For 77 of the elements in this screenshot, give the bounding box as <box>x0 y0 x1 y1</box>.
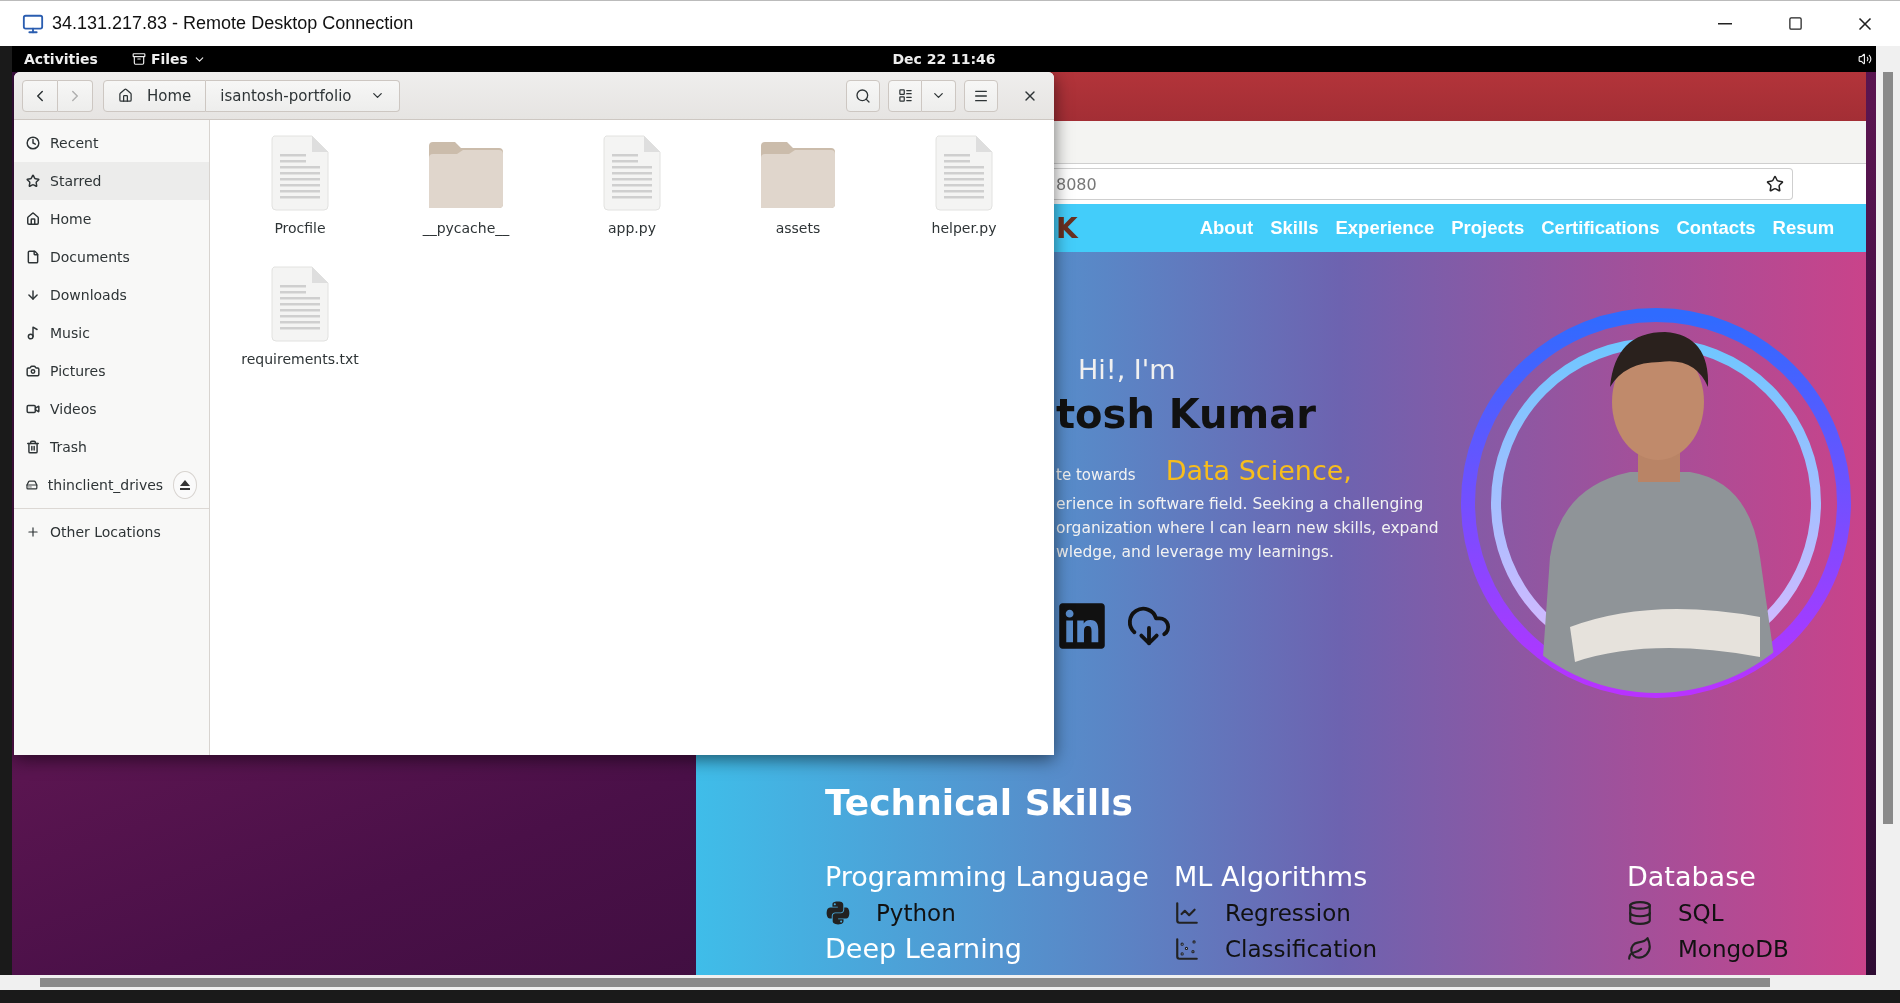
sidebar-item[interactable]: Documents <box>14 238 209 276</box>
file-name[interactable]: app.py <box>608 220 656 236</box>
skill-category: Programming Language <box>825 860 1149 894</box>
file-name[interactable]: __pycache__ <box>422 220 510 236</box>
file-name[interactable]: assets <box>775 220 821 236</box>
home-icon <box>26 212 40 226</box>
activities-button[interactable]: Activities <box>24 51 98 67</box>
skill-item: Classification <box>1225 936 1378 962</box>
leaf-icon <box>1627 936 1653 962</box>
file-icon <box>934 134 994 212</box>
sidebar-item[interactable]: Downloads <box>14 276 209 314</box>
skill-item: SQL <box>1678 900 1724 926</box>
sidebar-item[interactable]: Music <box>14 314 209 352</box>
greeting: Hi!, I'm <box>1078 354 1176 385</box>
eject-button[interactable] <box>173 471 197 499</box>
sidebar-item[interactable]: Pictures <box>14 352 209 390</box>
path-button[interactable]: isantosh-portfolio <box>206 79 400 112</box>
cabinet-icon <box>131 52 146 66</box>
sidebar-item[interactable]: Home <box>14 200 209 238</box>
view-button[interactable] <box>888 79 922 112</box>
search-button[interactable] <box>846 79 880 112</box>
clock-icon <box>26 136 40 150</box>
home-icon <box>118 88 133 103</box>
file-icon <box>270 265 330 343</box>
maximize-icon <box>1787 16 1803 31</box>
scrollbar-thumb[interactable] <box>40 978 1770 987</box>
document-icon <box>26 250 40 264</box>
skill-item: Regression <box>1225 900 1351 926</box>
skill-category: Deep Learning <box>825 932 1022 966</box>
eject-icon <box>179 479 192 491</box>
sidebar-item[interactable]: Other Locations <box>14 513 209 551</box>
section-title: Technical Skills <box>825 782 1134 825</box>
app-menu[interactable]: Files <box>131 51 206 67</box>
skill-category: ML Algorithms <box>1174 860 1368 894</box>
volume-icon[interactable] <box>1858 52 1872 66</box>
menu-button[interactable] <box>964 79 998 112</box>
skill-category: Database <box>1627 860 1756 894</box>
hero-name: tosh Kumar <box>1056 391 1316 437</box>
monitor-icon <box>22 12 44 35</box>
clock[interactable]: Dec 22 11:46 <box>892 51 996 67</box>
file-icon <box>270 134 330 212</box>
star-icon <box>26 174 40 188</box>
file-icon <box>602 134 662 212</box>
logo[interactable]: K <box>1056 211 1078 245</box>
app-menu-label: Files <box>150 51 188 67</box>
hero-description: erience in software field. Seeking a challenging organization where I can learn new skills, expand wledge, and leverage my learnings. <box>1056 494 1439 563</box>
drive-icon <box>26 478 38 492</box>
sidebar-item[interactable]: thinclient_drives <box>14 466 209 504</box>
scatter-chart-icon <box>1174 936 1200 962</box>
list-view-icon <box>897 88 913 103</box>
music-note-icon <box>26 326 40 340</box>
typed-role: Data Science, <box>1165 455 1352 486</box>
sidebar-item[interactable]: Trash <box>14 428 209 466</box>
sidebar-item[interactable]: Videos <box>14 390 209 428</box>
database-icon <box>1627 900 1653 926</box>
video-camera-icon <box>26 402 40 416</box>
file-name[interactable]: Procfile <box>274 220 326 236</box>
path-button[interactable]: Home <box>103 79 207 112</box>
search-icon <box>855 87 871 104</box>
sidebar-item[interactable]: Recent <box>14 124 209 162</box>
url-field[interactable]: 8080 <box>1054 168 1793 200</box>
file-name[interactable]: helper.py <box>931 220 997 236</box>
plus-icon <box>26 525 40 539</box>
sidebar-item[interactable]: Starred <box>14 162 209 200</box>
scrollbar-thumb[interactable] <box>1883 72 1893 824</box>
skill-item: MongoDB <box>1678 936 1789 962</box>
file-name[interactable]: requirements.txt <box>241 351 359 367</box>
line-chart-icon <box>1174 900 1200 926</box>
python-icon <box>825 900 851 926</box>
linkedin-icon[interactable] <box>1056 600 1108 652</box>
window-title: 34.131.217.83 - Remote Desktop Connection <box>52 13 414 34</box>
minimize-icon <box>1718 22 1732 25</box>
tagline: te towards <box>1056 466 1136 484</box>
skill-item: Python <box>876 900 956 926</box>
bookmark-star-icon[interactable] <box>1766 175 1784 193</box>
trash-icon <box>26 440 40 454</box>
camera-icon <box>26 364 40 378</box>
